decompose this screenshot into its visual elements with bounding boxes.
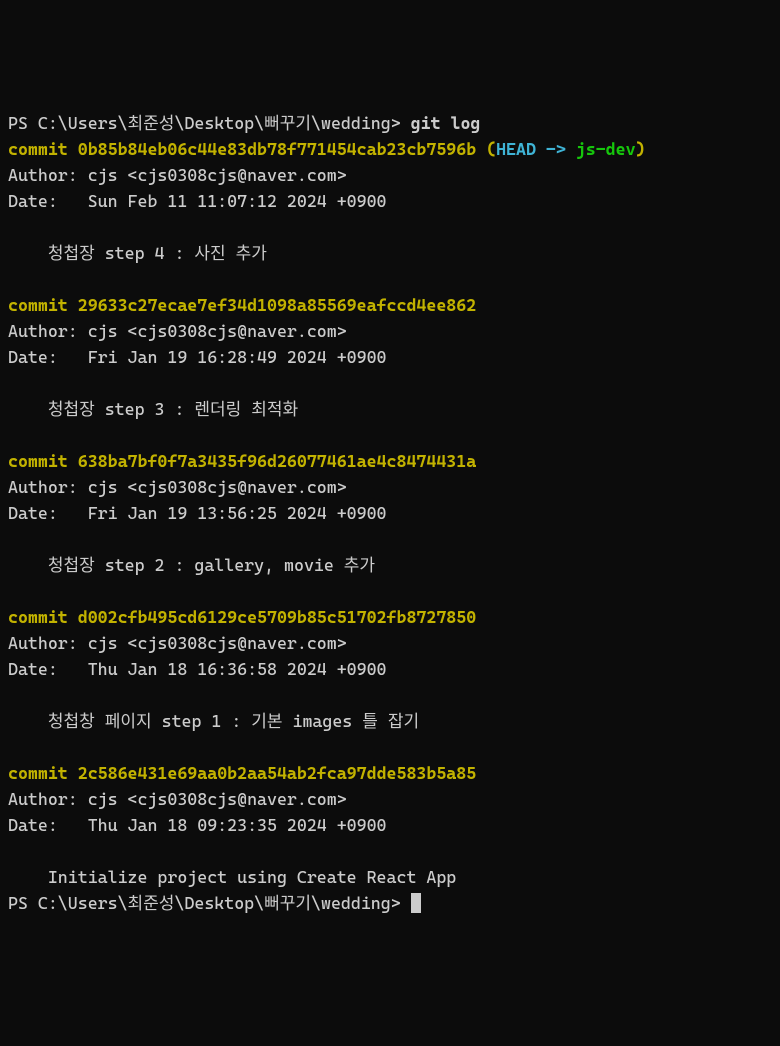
commit-hash: 29633c27ecae7ef34d1098a85569eafccd4ee862 xyxy=(78,295,476,315)
author-line-2: Author: cjs <cjs0308cjs@naver.com> xyxy=(8,477,347,497)
commit-label: commit xyxy=(8,763,78,783)
commit-label: commit xyxy=(8,607,78,627)
commit-hash: 638ba7bf0f7a3435f96d26077461ae4c8474431a xyxy=(78,451,476,471)
commit-line-0: commit 0b85b84eb06c44e83db78f771454cab23… xyxy=(8,139,646,159)
terminal-output[interactable]: PS C:\Users\최준성\Desktop\뻐꾸기\wedding> git… xyxy=(8,110,772,916)
commit-label: commit xyxy=(8,451,78,471)
commit-message-4: Initialize project using Create React Ap… xyxy=(8,867,456,887)
commit-message-2: 청첩장 step 2 : gallery, movie 추가 xyxy=(8,555,375,575)
commit-hash: 2c586e431e69aa0b2aa54ab2fca97dde583b5a85 xyxy=(78,763,476,783)
date-line-2: Date: Fri Jan 19 13:56:25 2024 +0900 xyxy=(8,503,387,523)
date-line-1: Date: Fri Jan 19 16:28:49 2024 +0900 xyxy=(8,347,387,367)
date-line-3: Date: Thu Jan 18 16:36:58 2024 +0900 xyxy=(8,659,387,679)
head-ref: HEAD -> xyxy=(496,139,576,159)
terminal-cursor[interactable] xyxy=(411,893,421,913)
ref-open: ( xyxy=(476,139,496,159)
commit-label: commit xyxy=(8,295,78,315)
date-line-4: Date: Thu Jan 18 09:23:35 2024 +0900 xyxy=(8,815,387,835)
commit-message-0: 청첩장 step 4 : 사진 추가 xyxy=(8,243,267,263)
commit-hash: 0b85b84eb06c44e83db78f771454cab23cb7596b xyxy=(78,139,476,159)
ref-close: ) xyxy=(636,139,646,159)
commit-line-1: commit 29633c27ecae7ef34d1098a85569eafcc… xyxy=(8,295,476,315)
commit-line-2: commit 638ba7bf0f7a3435f96d26077461ae4c8… xyxy=(8,451,476,471)
author-line-0: Author: cjs <cjs0308cjs@naver.com> xyxy=(8,165,347,185)
commit-line-3: commit d002cfb495cd6129ce5709b85c51702fb… xyxy=(8,607,476,627)
commit-message-3: 청첩창 페이지 step 1 : 기본 images 틀 잡기 xyxy=(8,711,419,731)
prompt-path-2: PS C:\Users\최준성\Desktop\뻐꾸기\wedding> xyxy=(8,893,411,913)
commit-message-1: 청첩장 step 3 : 렌더링 최적화 xyxy=(8,399,298,419)
prompt-path: PS C:\Users\최준성\Desktop\뻐꾸기\wedding> xyxy=(8,113,411,133)
git-log-command: git log xyxy=(411,113,481,133)
author-line-1: Author: cjs <cjs0308cjs@naver.com> xyxy=(8,321,347,341)
commit-hash: d002cfb495cd6129ce5709b85c51702fb8727850 xyxy=(78,607,476,627)
commit-label: commit xyxy=(8,139,78,159)
commit-line-4: commit 2c586e431e69aa0b2aa54ab2fca97dde5… xyxy=(8,763,476,783)
date-line-0: Date: Sun Feb 11 11:07:12 2024 +0900 xyxy=(8,191,387,211)
branch-ref: js-dev xyxy=(576,139,636,159)
author-line-3: Author: cjs <cjs0308cjs@naver.com> xyxy=(8,633,347,653)
author-line-4: Author: cjs <cjs0308cjs@naver.com> xyxy=(8,789,347,809)
